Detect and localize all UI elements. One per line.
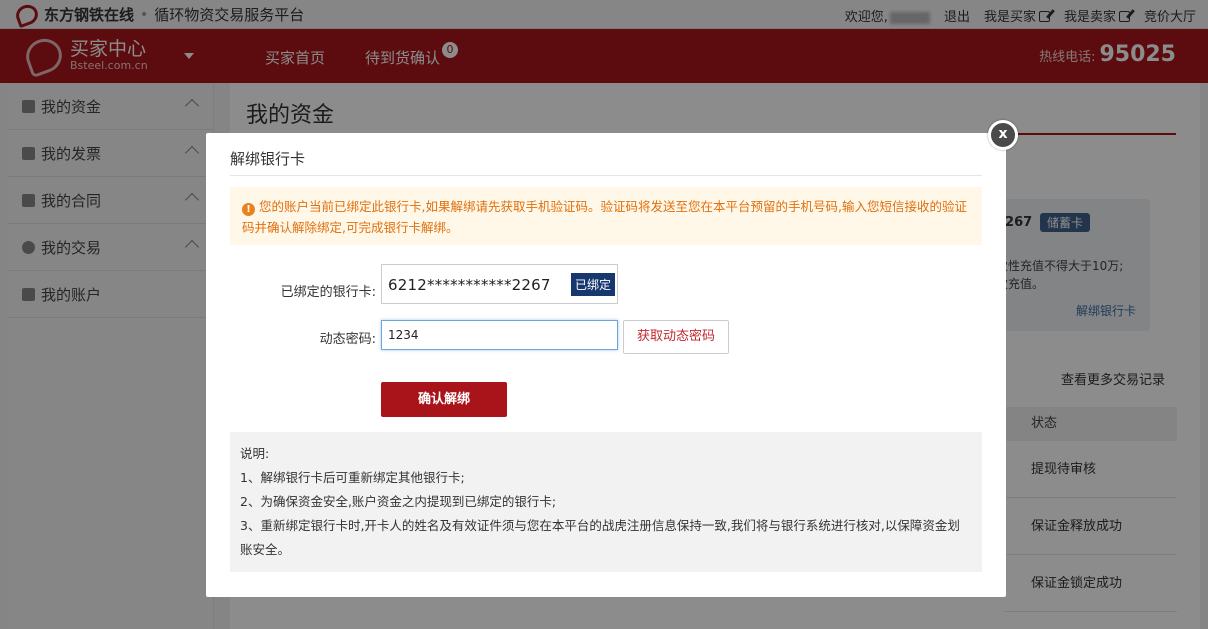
warning-icon: !	[242, 203, 255, 216]
bound-card-number: 6212***********2267	[388, 276, 551, 294]
modal-title: 解绑银行卡	[230, 150, 306, 168]
note-item: 1、解绑银行卡后可重新绑定其他银行卡;	[240, 470, 465, 485]
notes-title: 说明:	[240, 446, 270, 461]
bound-card-field: 6212***********2267 已绑定	[381, 264, 618, 304]
close-icon[interactable]: x	[988, 120, 1018, 150]
dynamic-code-input[interactable]	[381, 320, 618, 350]
bound-status-tag: 已绑定	[570, 273, 615, 296]
warning-text: 您的账户当前已绑定此银行卡,如果解绑请先获取手机验证码。验证码将发送至您在本平台…	[242, 199, 967, 235]
notes-box: 说明: 1、解绑银行卡后可重新绑定其他银行卡; 2、为确保资金安全,账户资金之内…	[230, 432, 982, 572]
divider	[230, 175, 982, 176]
unbind-card-modal: 解绑银行卡 ! 您的账户当前已绑定此银行卡,如果解绑请先获取手机验证码。验证码将发…	[206, 133, 1006, 597]
get-code-button[interactable]: 获取动态密码	[623, 320, 729, 354]
note-item: 3、重新绑定银行卡时,开卡人的姓名及有效证件须与您在本平台的战虎注册信息保持一致…	[240, 518, 960, 557]
confirm-unbind-button[interactable]: 确认解绑	[381, 382, 507, 417]
warning-box: ! 您的账户当前已绑定此银行卡,如果解绑请先获取手机验证码。验证码将发送至您在本平…	[230, 187, 982, 245]
note-item: 2、为确保资金安全,账户资金之内提现到已绑定的银行卡;	[240, 494, 557, 509]
bound-card-label: 已绑定的银行卡:	[280, 285, 376, 300]
dynamic-code-label: 动态密码:	[319, 332, 376, 347]
